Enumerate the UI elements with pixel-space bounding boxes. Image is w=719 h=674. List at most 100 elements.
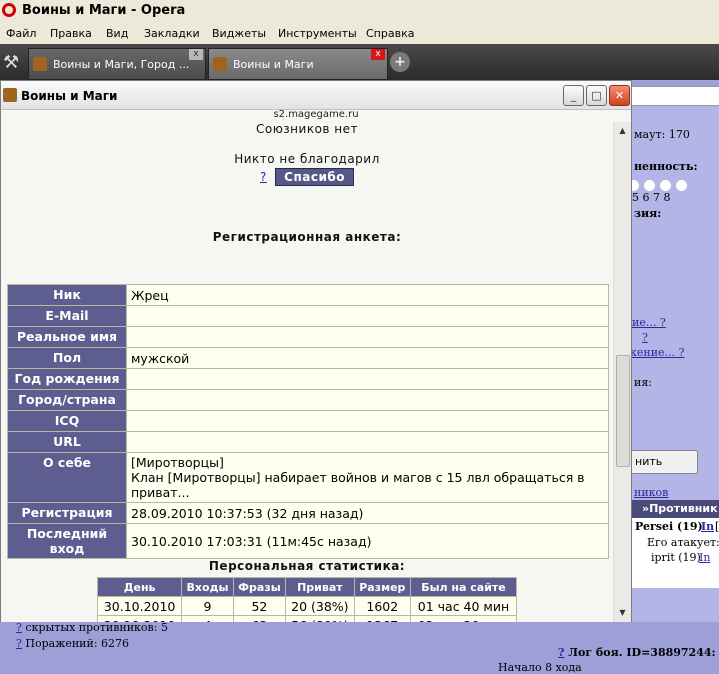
stats-header-cell: Размер: [353, 577, 411, 597]
label-zia: зия:: [634, 207, 662, 220]
registration-value: [126, 326, 609, 348]
minimize-icon[interactable]: _: [563, 85, 584, 106]
registration-value: [126, 431, 609, 453]
player-name[interactable]: Persei (19): [635, 520, 703, 533]
popup-title-bar[interactable]: Воины и Маги _ □ ✕: [1, 81, 631, 110]
registration-value: мужской: [126, 347, 609, 369]
scroll-thumb[interactable]: [616, 355, 630, 467]
attacked-by-label: Его атакует:: [647, 536, 719, 549]
tab-city[interactable]: Воины и Маги, Город ... x: [28, 48, 206, 80]
stats-cell: 1602: [353, 596, 411, 616]
vertical-scrollbar[interactable]: ▲ ▼: [613, 122, 631, 622]
turn-start: Начало 8 хода: [498, 661, 582, 674]
registration-value: 30.10.2010 17:03:31 (11м:45с назад): [126, 523, 609, 559]
link-3[interactable]: кение... ?: [630, 346, 684, 359]
hidden-opponents: ? скрытых противников: 5: [16, 621, 168, 634]
allies-text: Союзников нет: [255, 122, 359, 136]
address-field[interactable]: [630, 86, 719, 106]
adversaries-link[interactable]: ников: [634, 486, 668, 499]
help-link[interactable]: ?: [260, 170, 267, 184]
stats-table: День Входы Фразы Приват Размер Был на сайте 3…: [96, 577, 518, 622]
registration-row: Пол мужской: [7, 347, 609, 369]
background-button[interactable]: нить: [630, 450, 698, 474]
stats-title: Персональная статистика:: [208, 559, 406, 573]
stats-row: 30.10.2010 9 52 20 (38%) 1602 01 час 40 мин: [96, 596, 518, 616]
maximize-icon[interactable]: □: [586, 85, 607, 106]
stats-cell: 20 (38%): [285, 596, 355, 616]
popup-content: Союзников нет Никто не благодарил ? Спас…: [1, 122, 613, 622]
opponents-header: »Противник: [630, 500, 719, 518]
menu-tools[interactable]: Инструменты: [278, 27, 357, 40]
losses: ? Поражений: 6276: [16, 637, 130, 650]
menu-file[interactable]: Файл: [6, 27, 36, 40]
number-row: 5 6 7 8: [632, 191, 671, 204]
registration-value: 28.09.2010 10:37:53 (32 дня назад): [126, 502, 609, 524]
close-tab-icon[interactable]: x: [189, 49, 203, 60]
menu-bar: Файл Правка Вид Закладки Виджеты Инструм…: [0, 22, 719, 45]
registration-value: [126, 305, 609, 327]
close-tab-icon[interactable]: x: [371, 49, 385, 60]
registration-value: [126, 410, 609, 432]
registration-key: Ник: [7, 284, 127, 306]
registration-value: [Миротворцы] Клан [Миротворцы] набирает в…: [126, 452, 609, 503]
registration-value: Жрец: [126, 284, 609, 306]
thanks-row: ? Спасибо: [1, 168, 613, 186]
label-ia: ия:: [634, 376, 652, 389]
stats-header-cell: Входы: [181, 577, 234, 597]
tab-label: Воины и Маги, Город ...: [53, 58, 190, 71]
attacker-name[interactable]: iprit (19): [651, 551, 701, 564]
registration-row: Город/страна: [7, 389, 609, 411]
registration-row: Регистрация 28.09.2010 10:37:53 (32 дня н…: [7, 502, 609, 524]
menu-widgets[interactable]: Виджеты: [212, 27, 266, 40]
opponents-header-label: »Противник: [642, 502, 718, 515]
registration-value: [126, 389, 609, 411]
readiness-label: ненность:: [634, 160, 698, 173]
tab-active[interactable]: Воины и Маги x: [208, 48, 388, 80]
new-tab-button[interactable]: +: [390, 52, 410, 72]
about-line-1: [Миротворцы]: [131, 455, 224, 470]
menu-bookmarks[interactable]: Закладки: [144, 27, 200, 40]
registration-key: E-Mail: [7, 305, 127, 327]
thanks-button[interactable]: Спасибо: [275, 168, 355, 186]
registration-table: Ник Жрец E-Mail Реальное имя Пол мужской Год р…: [7, 284, 609, 559]
scroll-down-icon[interactable]: ▼: [615, 606, 630, 620]
registration-row: Ник Жрец: [7, 284, 609, 306]
site-favicon-icon: [213, 57, 227, 71]
registration-key: Год рождения: [7, 368, 127, 390]
attacker-in-link[interactable]: In: [699, 551, 710, 564]
registration-row: Последний вход 30.10.2010 17:03:31 (11м:4…: [7, 523, 609, 559]
stats-header-cell: Фразы: [232, 577, 287, 597]
registration-row: URL: [7, 431, 609, 453]
stats-cell: 4: [181, 615, 234, 622]
menu-view[interactable]: Вид: [106, 27, 128, 40]
registration-title: Регистрационная анкета:: [212, 230, 402, 244]
battle-log: ? Лог боя. ID=38897244:: [558, 646, 716, 659]
nobody-thanked-text: Никто не благодарил: [234, 152, 380, 166]
menu-help[interactable]: Справка: [366, 27, 414, 40]
registration-row: E-Mail: [7, 305, 609, 327]
scroll-up-icon[interactable]: ▲: [615, 124, 630, 138]
player-bracket: [5: [715, 520, 719, 533]
wrench-icon[interactable]: ⚒: [3, 52, 19, 73]
registration-key: Пол: [7, 347, 127, 369]
timeout-text: мaут: 170: [634, 128, 690, 141]
link-1[interactable]: ие... ?: [632, 316, 666, 329]
registration-key: О себе: [7, 452, 127, 503]
registration-row: Реальное имя: [7, 326, 609, 348]
link-2[interactable]: ?: [642, 331, 648, 344]
stats-header-cell: Приват: [285, 577, 355, 597]
registration-value: [126, 368, 609, 390]
stats-cell: 52: [232, 596, 287, 616]
stats-cell: 9: [181, 596, 234, 616]
menu-edit[interactable]: Правка: [50, 27, 92, 40]
player-in-link[interactable]: In: [701, 520, 714, 533]
close-icon[interactable]: ✕: [609, 85, 630, 106]
registration-key: ICQ: [7, 410, 127, 432]
background-button-label: нить: [635, 455, 663, 468]
stats-row: 29.10.201046356 (89%)126702 час 20 мин: [96, 615, 518, 622]
registration-row: ICQ: [7, 410, 609, 432]
tab-label: Воины и Маги: [233, 58, 314, 71]
registration-key: URL: [7, 431, 127, 453]
stats-header-cell: Был на сайте: [409, 577, 518, 597]
registration-key: Реальное имя: [7, 326, 127, 348]
